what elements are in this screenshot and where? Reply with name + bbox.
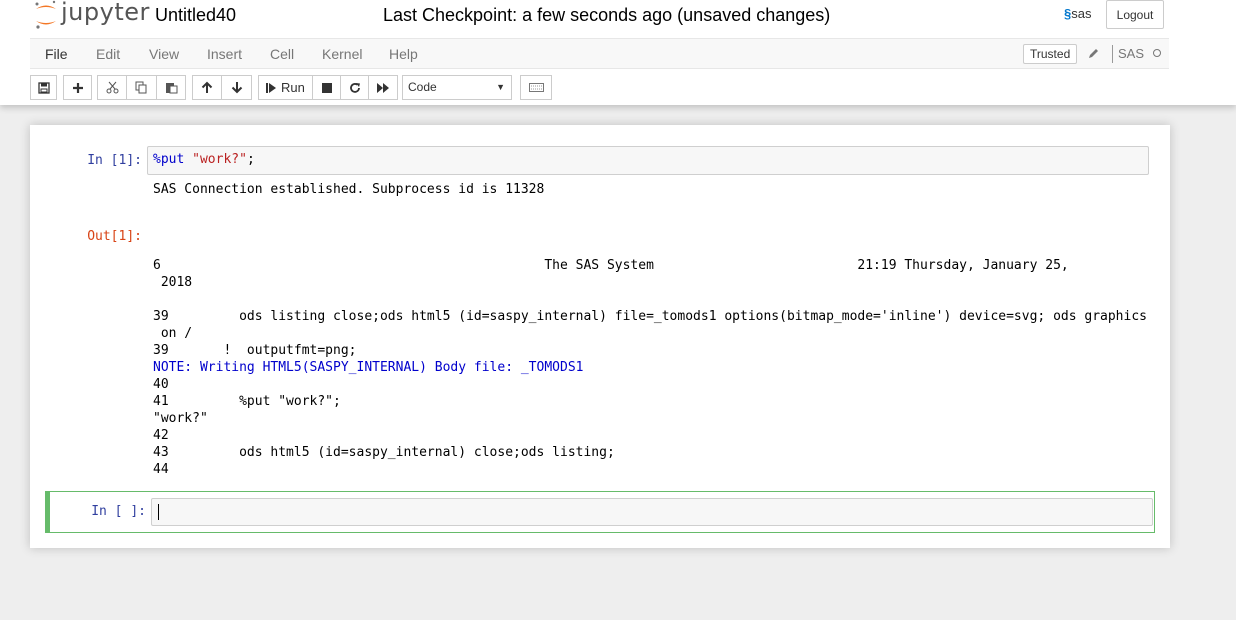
- log-line: 6 The SAS System 21:19 Thursday, January…: [153, 258, 1069, 273]
- arrow-up-icon: [201, 81, 213, 93]
- restart-run-all-button[interactable]: [368, 75, 398, 100]
- restart-button[interactable]: [340, 75, 369, 100]
- stop-icon: [321, 82, 332, 93]
- restart-icon: [349, 82, 360, 93]
- text-cursor: [158, 504, 159, 520]
- copy-icon: [135, 81, 147, 94]
- step-forward-icon: [266, 82, 276, 93]
- caret-down-icon: ▼: [496, 82, 505, 92]
- log-line: 42: [153, 428, 169, 443]
- jupyter-logo-icon: [35, 0, 56, 29]
- log-line: 40: [153, 377, 169, 392]
- menu-view[interactable]: View: [149, 46, 179, 62]
- log-line: 43 ods html5 (id=saspy_internal) close;o…: [153, 445, 615, 460]
- log-line: 39 ! outputfmt=png;: [153, 343, 357, 358]
- interrupt-button[interactable]: [312, 75, 341, 100]
- stream-output: SAS Connection established. Subprocess i…: [153, 182, 545, 197]
- log-line: 44: [153, 462, 169, 477]
- code-cell-selected[interactable]: In [ ]:: [45, 491, 1155, 533]
- toolbar: Run Code ▼: [30, 75, 1169, 101]
- menu-help[interactable]: Help: [389, 46, 418, 62]
- paste-button[interactable]: [156, 75, 186, 100]
- menu-insert[interactable]: Insert: [207, 46, 242, 62]
- menubar: File Edit View Insert Cell Kernel Help T…: [30, 38, 1169, 69]
- jupyter-logo-text: jupyter: [61, 0, 150, 26]
- copy-button[interactable]: [126, 75, 157, 100]
- code-input-empty[interactable]: [151, 498, 1153, 526]
- cut-button[interactable]: [97, 75, 127, 100]
- pencil-icon[interactable]: [1088, 47, 1100, 62]
- cut-icon: [106, 81, 118, 94]
- fast-forward-icon: [376, 82, 389, 93]
- paste-icon: [165, 83, 177, 94]
- logout-button[interactable]: Logout: [1106, 0, 1164, 29]
- notebook-title[interactable]: Untitled40: [155, 5, 236, 26]
- code-input[interactable]: %put "work?";: [147, 146, 1149, 175]
- menu-kernel[interactable]: Kernel: [322, 46, 362, 62]
- log-line: on /: [153, 326, 193, 341]
- command-palette-button[interactable]: [520, 75, 552, 100]
- notebook-container: In [1]: %put "work?"; SAS Connection est…: [30, 125, 1170, 548]
- cell-type-value: Code: [408, 80, 437, 94]
- run-button-label: Run: [281, 80, 305, 95]
- insert-cell-button[interactable]: [63, 75, 92, 100]
- run-button[interactable]: Run: [258, 75, 313, 100]
- log-note-line: NOTE: Writing HTML5(SASPY_INTERNAL) Body…: [153, 360, 584, 375]
- move-up-button[interactable]: [192, 75, 222, 100]
- menu-edit[interactable]: Edit: [96, 46, 120, 62]
- kernel-name[interactable]: SAS: [1118, 46, 1144, 61]
- code-magic: %put: [153, 152, 185, 167]
- move-down-button[interactable]: [221, 75, 252, 100]
- notebook-header: jupyter Untitled40 Last Checkpoint: a fe…: [0, 0, 1236, 105]
- arrow-down-icon: [231, 82, 242, 94]
- code-string: "work?": [192, 152, 247, 167]
- sas-log-output: 6 The SAS System 21:19 Thursday, January…: [153, 257, 1153, 478]
- code-terminator: ;: [246, 152, 255, 167]
- menu-cell[interactable]: Cell: [270, 46, 294, 62]
- log-line: 39 ods listing close;ods html5 (id=saspy…: [153, 309, 1147, 324]
- jupyter-logo[interactable]: jupyter: [33, 0, 149, 30]
- keyboard-icon: [528, 83, 544, 92]
- save-icon: [37, 81, 50, 94]
- checkpoint-status: Last Checkpoint: a few seconds ago (unsa…: [383, 5, 831, 25]
- kernel-divider: [1112, 45, 1113, 63]
- log-line: "work?": [153, 411, 208, 426]
- sas-logo: §sas: [1064, 6, 1091, 21]
- trusted-badge[interactable]: Trusted: [1023, 44, 1078, 64]
- output-prompt: Out[1]:: [87, 229, 142, 244]
- input-prompt: In [1]:: [87, 153, 142, 168]
- plus-icon: [72, 82, 83, 93]
- sas-logo-text: sas: [1071, 6, 1092, 21]
- input-prompt: In [ ]:: [91, 504, 146, 519]
- log-line: 41 %put "work?";: [153, 394, 341, 409]
- log-line: 2018: [153, 275, 193, 290]
- save-button[interactable]: [30, 75, 57, 100]
- cell-type-select[interactable]: Code ▼: [402, 75, 512, 100]
- menu-file[interactable]: File: [45, 46, 68, 62]
- kernel-idle-icon: [1153, 49, 1161, 57]
